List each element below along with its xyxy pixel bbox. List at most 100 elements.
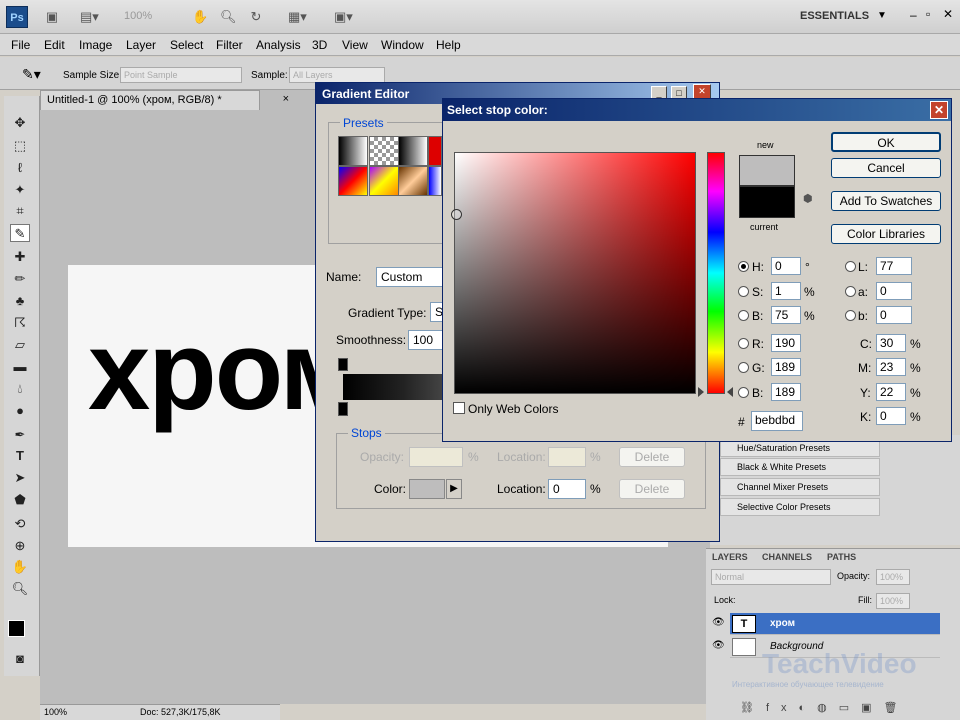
lab-l-radio[interactable]	[845, 261, 856, 272]
menu-help[interactable]: Help	[436, 38, 461, 52]
eyedropper-preset-icon[interactable]: ✎▾	[22, 66, 41, 83]
hex-field[interactable]: bebdbd	[751, 411, 803, 431]
color-location-field[interactable]: 0	[548, 479, 586, 499]
menu-window[interactable]: Window	[381, 38, 424, 52]
preset-swatch[interactable]	[369, 136, 399, 166]
current-color-swatch[interactable]	[739, 186, 795, 218]
adj-selective-color[interactable]: Selective Color Presets	[720, 498, 880, 516]
only-web-colors-checkbox[interactable]	[453, 402, 465, 414]
document-tab-close-icon[interactable]: ×	[283, 93, 289, 105]
history-brush-icon[interactable]: ☈	[10, 314, 30, 332]
add-to-swatches-button[interactable]: Add To Swatches	[831, 191, 941, 211]
lasso-tool-icon[interactable]: ℓ	[10, 159, 30, 177]
maximize-icon[interactable]: ▫	[926, 7, 930, 21]
menu-view[interactable]: View	[342, 38, 368, 52]
magenta-field[interactable]: 23	[876, 358, 906, 376]
menu-file[interactable]: File	[11, 38, 30, 52]
opacity-location-field[interactable]	[548, 447, 586, 467]
lab-a-radio[interactable]	[845, 286, 856, 297]
lab-a-field[interactable]: 0	[876, 282, 912, 300]
menu-select[interactable]: Select	[170, 38, 203, 52]
eraser-tool-icon[interactable]: ▱	[10, 336, 30, 354]
menu-layer[interactable]: Layer	[126, 38, 156, 52]
bridge-icon[interactable]: ▣	[44, 9, 60, 25]
ok-button[interactable]: OK	[831, 132, 941, 152]
cyan-field[interactable]: 30	[876, 334, 906, 352]
quick-selection-icon[interactable]: ✦	[10, 181, 30, 199]
rotate-view-icon[interactable]: ↻	[248, 9, 264, 25]
blue-field[interactable]: 189	[771, 383, 801, 401]
layer-opacity-field[interactable]: 100%	[876, 569, 910, 585]
delete-opacity-stop-button[interactable]: Delete	[619, 447, 685, 467]
tab-paths[interactable]: PATHS	[827, 552, 856, 562]
menu-filter[interactable]: Filter	[216, 38, 243, 52]
hue-slider-left-arrow-icon[interactable]	[698, 387, 704, 397]
out-of-gamut-cube-icon[interactable]: ⬢	[803, 192, 813, 205]
path-selection-icon[interactable]: ➤	[10, 469, 30, 487]
lab-l-field[interactable]: 77	[876, 257, 912, 275]
hue-slider-right-arrow-icon[interactable]	[727, 387, 733, 397]
brightness-radio[interactable]	[738, 310, 749, 321]
tab-channels[interactable]: CHANNELS	[762, 552, 812, 562]
tab-layers[interactable]: LAYERS	[712, 552, 748, 562]
gradient-tool-icon[interactable]: ▬	[10, 358, 30, 376]
menu-analysis[interactable]: Analysis	[256, 38, 301, 52]
status-zoom[interactable]: 100%	[44, 707, 67, 717]
workspace-chevron-icon[interactable]: ▼	[877, 10, 887, 21]
color-field-marker[interactable]	[451, 209, 462, 220]
menu-3d[interactable]: 3D	[312, 38, 327, 52]
hand-tool-box-icon[interactable]: ✋	[10, 558, 30, 576]
preset-swatch[interactable]	[398, 136, 428, 166]
delete-color-stop-button[interactable]: Delete	[619, 479, 685, 499]
hue-radio[interactable]	[738, 261, 749, 272]
preset-swatch[interactable]	[338, 166, 368, 196]
stop-opacity-field[interactable]	[409, 447, 463, 467]
crop-tool-icon[interactable]: ⌗	[10, 202, 30, 220]
red-radio[interactable]	[738, 338, 749, 349]
stop-color-swatch[interactable]	[409, 479, 445, 499]
eye-icon[interactable]: 👁︎	[712, 617, 725, 628]
stop-color-menu-icon[interactable]: ▶	[446, 479, 462, 499]
foreground-color-swatch[interactable]	[8, 620, 25, 637]
color-stop-marker[interactable]	[338, 402, 348, 416]
color-libraries-button[interactable]: Color Libraries	[831, 224, 941, 244]
minimize-icon[interactable]: –	[910, 8, 917, 22]
preset-swatch[interactable]	[338, 136, 368, 166]
smoothness-field[interactable]: 100	[408, 330, 444, 350]
sample-size-select[interactable]: Point Sample	[120, 67, 242, 83]
saturation-radio[interactable]	[738, 286, 749, 297]
hue-field[interactable]: 0	[771, 257, 801, 275]
lab-b-field[interactable]: 0	[876, 306, 912, 324]
blur-tool-icon[interactable]: 💧︎	[10, 380, 30, 398]
brush-tool-icon[interactable]: ✏	[10, 270, 30, 288]
screen-mode-icon[interactable]: ▣▾	[334, 9, 353, 25]
black-field[interactable]: 0	[876, 407, 906, 425]
lab-b-radio[interactable]	[845, 310, 856, 321]
blue-radio[interactable]	[738, 387, 749, 398]
clone-stamp-icon[interactable]: ♣	[10, 292, 30, 310]
zoom-tool-icon[interactable]: 🔍︎	[220, 9, 237, 25]
eye-icon[interactable]: 👁︎	[712, 640, 725, 651]
layer-fill-field[interactable]: 100%	[876, 593, 910, 609]
marquee-tool-icon[interactable]: ⬚	[10, 137, 30, 155]
yellow-field[interactable]: 22	[876, 383, 906, 401]
hand-tool-icon[interactable]: ✋	[192, 9, 208, 25]
gradient-name-field[interactable]: Custom	[376, 267, 446, 287]
preset-swatch[interactable]	[428, 166, 442, 196]
quick-mask-icon[interactable]: ◙	[10, 650, 30, 668]
type-tool-icon[interactable]: T	[10, 447, 30, 465]
opacity-stop-marker[interactable]	[338, 358, 348, 371]
adj-channel-mixer[interactable]: Channel Mixer Presets	[720, 478, 880, 496]
dodge-tool-icon[interactable]: ●	[10, 402, 30, 420]
sample-select[interactable]: All Layers	[289, 67, 385, 83]
green-field[interactable]: 189	[771, 358, 801, 376]
workspace-switcher[interactable]: ESSENTIALS	[800, 10, 869, 22]
layer-name[interactable]: хром	[770, 618, 795, 629]
blend-mode-select[interactable]: Normal	[711, 569, 831, 585]
menu-edit[interactable]: Edit	[44, 38, 65, 52]
preset-swatch[interactable]	[428, 136, 442, 166]
close-icon[interactable]: ✕	[930, 101, 948, 119]
preset-swatch[interactable]	[398, 166, 428, 196]
menu-image[interactable]: Image	[79, 38, 112, 52]
zoom-tool-box-icon[interactable]: 🔍︎	[10, 580, 30, 598]
